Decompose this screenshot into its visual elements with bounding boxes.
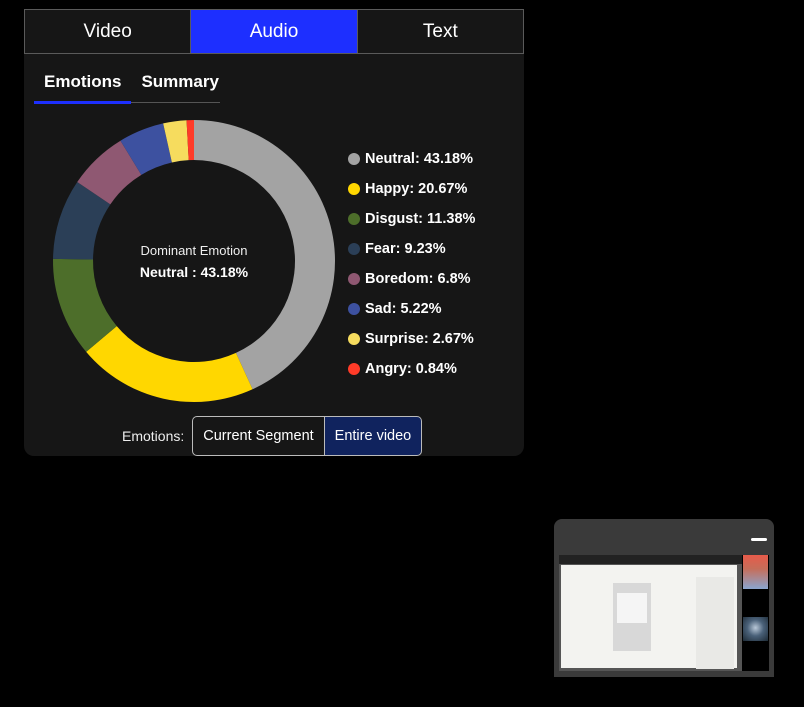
legend-item-fear: Fear: 9.23% xyxy=(348,234,475,264)
screen-share-thumbnail xyxy=(559,555,742,671)
thumbnail-card-inner xyxy=(617,593,647,623)
legend-dot xyxy=(348,153,360,165)
thumbnail-browser-bar xyxy=(559,555,742,564)
thumbnail-side-panel xyxy=(696,577,734,669)
legend-dot xyxy=(348,213,360,225)
thumbnail-page xyxy=(561,565,737,669)
legend-item-surprise: Surprise: 2.67% xyxy=(348,324,475,354)
donut-svg xyxy=(53,120,335,402)
legend-item-boredom: Boredom: 6.8% xyxy=(348,264,475,294)
media-tab-bar: Video Audio Text xyxy=(24,9,524,54)
video-preview-window[interactable] xyxy=(554,519,774,677)
thumbnail-card xyxy=(613,583,651,651)
legend-item-angry: Angry: 0.84% xyxy=(348,354,475,384)
chart-legend: Neutral: 43.18% Happy: 20.67% Disgust: 1… xyxy=(348,144,475,384)
legend-dot xyxy=(348,183,360,195)
tab-summary[interactable]: Summary xyxy=(131,67,228,102)
legend-label: Sad: 5.22% xyxy=(365,301,442,317)
donut-slice-happy[interactable] xyxy=(86,326,253,402)
legend-label: Fear: 9.23% xyxy=(365,241,446,257)
participant-strip xyxy=(742,555,769,671)
legend-label: Neutral: 43.18% xyxy=(365,151,473,167)
legend-dot xyxy=(348,333,360,345)
legend-label: Disgust: 11.38% xyxy=(365,211,476,227)
tab-emotions[interactable]: Emotions xyxy=(34,67,132,104)
minimize-icon[interactable] xyxy=(751,538,767,541)
legend-label: Happy: 20.67% xyxy=(365,181,468,197)
toggle-label: Emotions: xyxy=(122,428,185,444)
legend-item-sad: Sad: 5.22% xyxy=(348,294,475,324)
legend-label: Angry: 0.84% xyxy=(365,361,457,377)
legend-item-neutral: Neutral: 43.18% xyxy=(348,144,475,174)
tab-video[interactable]: Video xyxy=(25,10,192,53)
entire-video-button[interactable]: Entire video xyxy=(324,416,423,456)
legend-label: Surprise: 2.67% xyxy=(365,331,474,347)
emotion-donut-chart: Dominant Emotion Neutral : 43.18% xyxy=(52,119,336,403)
legend-label: Boredom: 6.8% xyxy=(365,271,471,287)
tab-audio[interactable]: Audio xyxy=(191,10,358,53)
emotion-scope-toggle: Emotions: Current Segment Entire video xyxy=(122,416,423,456)
legend-item-disgust: Disgust: 11.38% xyxy=(348,204,475,234)
legend-dot xyxy=(348,303,360,315)
emotion-panel: Video Audio Text Emotions Summary Domina… xyxy=(24,9,524,456)
current-segment-button[interactable]: Current Segment xyxy=(192,416,325,456)
legend-dot xyxy=(348,363,360,375)
legend-item-happy: Happy: 20.67% xyxy=(348,174,475,204)
tab-text[interactable]: Text xyxy=(357,10,523,53)
participant-video-1 xyxy=(743,555,768,589)
analysis-tab-bar: Emotions Summary xyxy=(34,67,220,104)
participant-video-2 xyxy=(743,617,768,641)
legend-dot xyxy=(348,243,360,255)
legend-dot xyxy=(348,273,360,285)
donut-slice-neutral[interactable] xyxy=(194,120,335,390)
